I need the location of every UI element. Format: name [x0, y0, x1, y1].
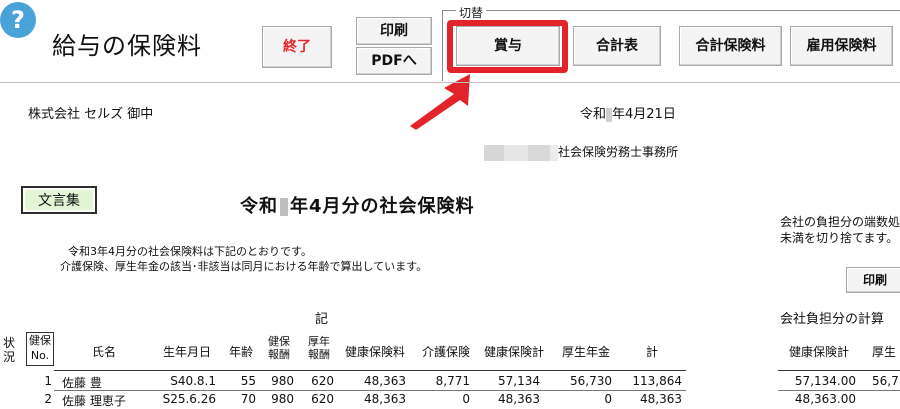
rounding-note-line2: 未満を切り捨てます。	[780, 231, 899, 245]
col-name: 氏名	[91, 345, 116, 359]
health-no-header-2: No.	[30, 349, 50, 362]
row1-right-health-total: 57,134.00	[794, 374, 856, 388]
rounding-note-line1: 会社の負担分の端数処	[780, 215, 900, 229]
office-name: 社会保険労務士事務所	[484, 143, 678, 161]
title-prefix: 令和	[240, 196, 278, 217]
total-table-button[interactable]: 合計表	[573, 26, 661, 66]
total-insurance-button[interactable]: 合計保険料	[679, 26, 782, 66]
row2-age: 70	[240, 392, 256, 406]
col-right-pension: 厚生	[872, 345, 897, 359]
app-title: 給与の保険料	[52, 32, 202, 60]
employment-insurance-button[interactable]: 雇用保険料	[790, 26, 893, 66]
date-suffix: 年4月21日	[612, 107, 676, 122]
document-date: 令和 年4月21日	[580, 103, 676, 122]
row2-pension: 0	[604, 392, 612, 406]
pointer-arrow-icon	[410, 74, 470, 130]
intro-line2: 介護保険、厚生年金の該当･非該当は同月における年齢で算出しています。	[60, 260, 428, 273]
row1-age: 55	[240, 374, 256, 388]
status-header-1: 状	[2, 336, 15, 350]
redaction	[504, 144, 528, 161]
col-care-ins: 介護保険	[421, 345, 470, 359]
col-birth: 生年月日	[162, 345, 211, 359]
row2-care-ins: 0	[462, 392, 470, 406]
print-calc-button[interactable]: 印刷	[846, 267, 900, 293]
row2-health-comp: 980	[271, 392, 294, 406]
intro-line1: 令和3年4月分の社会保険料は下記のとおりです。	[68, 245, 312, 258]
date-prefix: 令和	[580, 107, 607, 122]
row1-health-comp: 980	[271, 374, 294, 388]
row2-right-health-total: 48,363.00	[794, 392, 856, 406]
redaction	[484, 144, 504, 161]
company-name: 株式会社 セルズ 御中	[28, 107, 154, 122]
row2-name: 佐藤 理恵子	[62, 394, 126, 408]
intro-paragraph: 令和3年4月分の社会保険料は下記のとおりです。 介護保険、厚生年金の該当･非該当…	[60, 244, 427, 274]
row1-care-ins: 8,771	[435, 374, 470, 388]
exit-button[interactable]: 終了	[262, 26, 332, 68]
toolbar-divider	[0, 82, 900, 83]
pension-comp-header-2: 報酬	[308, 348, 330, 361]
document-title: 令和 年4月分の社会保険料	[240, 192, 475, 218]
row1-health-total: 57,134	[498, 374, 540, 388]
health-comp-header-1: 健保	[268, 335, 290, 348]
ki-label: 記	[315, 312, 329, 327]
switch-legend: 切替	[456, 4, 487, 21]
col-pension-comp: 厚年 報酬	[306, 335, 332, 361]
col-health-total: 健康保険計	[483, 345, 544, 359]
right-table-header-line	[778, 370, 900, 371]
phrase-collection-button[interactable]: 文言集	[21, 186, 97, 214]
col-total: 計	[645, 345, 658, 359]
row2-health-total: 48,363	[498, 392, 540, 406]
row2-health-ins: 48,363	[364, 392, 406, 406]
status-header-2: 況	[2, 350, 15, 364]
health-comp-header-2: 報酬	[268, 348, 290, 361]
highlight-box	[447, 20, 568, 73]
help-icon[interactable]: ?	[0, 2, 36, 38]
calc-heading: 会社負担分の計算	[780, 312, 885, 327]
col-right-health-total: 健康保険計	[788, 345, 849, 359]
title-suffix: 年4月分の社会保険料	[290, 196, 475, 217]
row-divider	[54, 390, 686, 391]
redaction	[528, 144, 550, 161]
col-status: 状 況	[2, 336, 16, 364]
row1-health-ins: 48,363	[364, 374, 406, 388]
right-row-divider	[778, 390, 900, 391]
col-health-comp: 健保 報酬	[266, 335, 292, 361]
redaction	[550, 144, 558, 161]
pdf-button[interactable]: PDFへ	[356, 47, 432, 75]
rounding-note: 会社の負担分の端数処 未満を切り捨てます。	[780, 214, 900, 246]
row1-pension: 56,730	[570, 374, 612, 388]
row2-birth: S25.6.26	[162, 392, 216, 406]
office-label: 社会保険労務士事務所	[558, 145, 679, 159]
print-button[interactable]: 印刷	[356, 17, 432, 45]
col-age: 年齢	[228, 345, 253, 359]
health-no-header-1: 健保	[29, 334, 51, 347]
table-header-line	[54, 370, 686, 371]
pension-comp-header-1: 厚年	[308, 335, 330, 348]
col-pension: 厚生年金	[561, 345, 610, 359]
row1-birth: S40.8.1	[170, 374, 216, 388]
redaction	[280, 198, 288, 216]
row1-right-pension: 56,7	[872, 374, 899, 388]
row2-total: 48,363	[640, 392, 682, 406]
row1-no: 1	[44, 374, 52, 388]
row1-name: 佐藤 豊	[62, 376, 102, 390]
col-health-no: 健保 No.	[26, 332, 54, 366]
row2-no: 2	[44, 392, 52, 406]
row1-total: 113,864	[632, 374, 682, 388]
col-health-ins: 健康保険料	[344, 345, 405, 359]
